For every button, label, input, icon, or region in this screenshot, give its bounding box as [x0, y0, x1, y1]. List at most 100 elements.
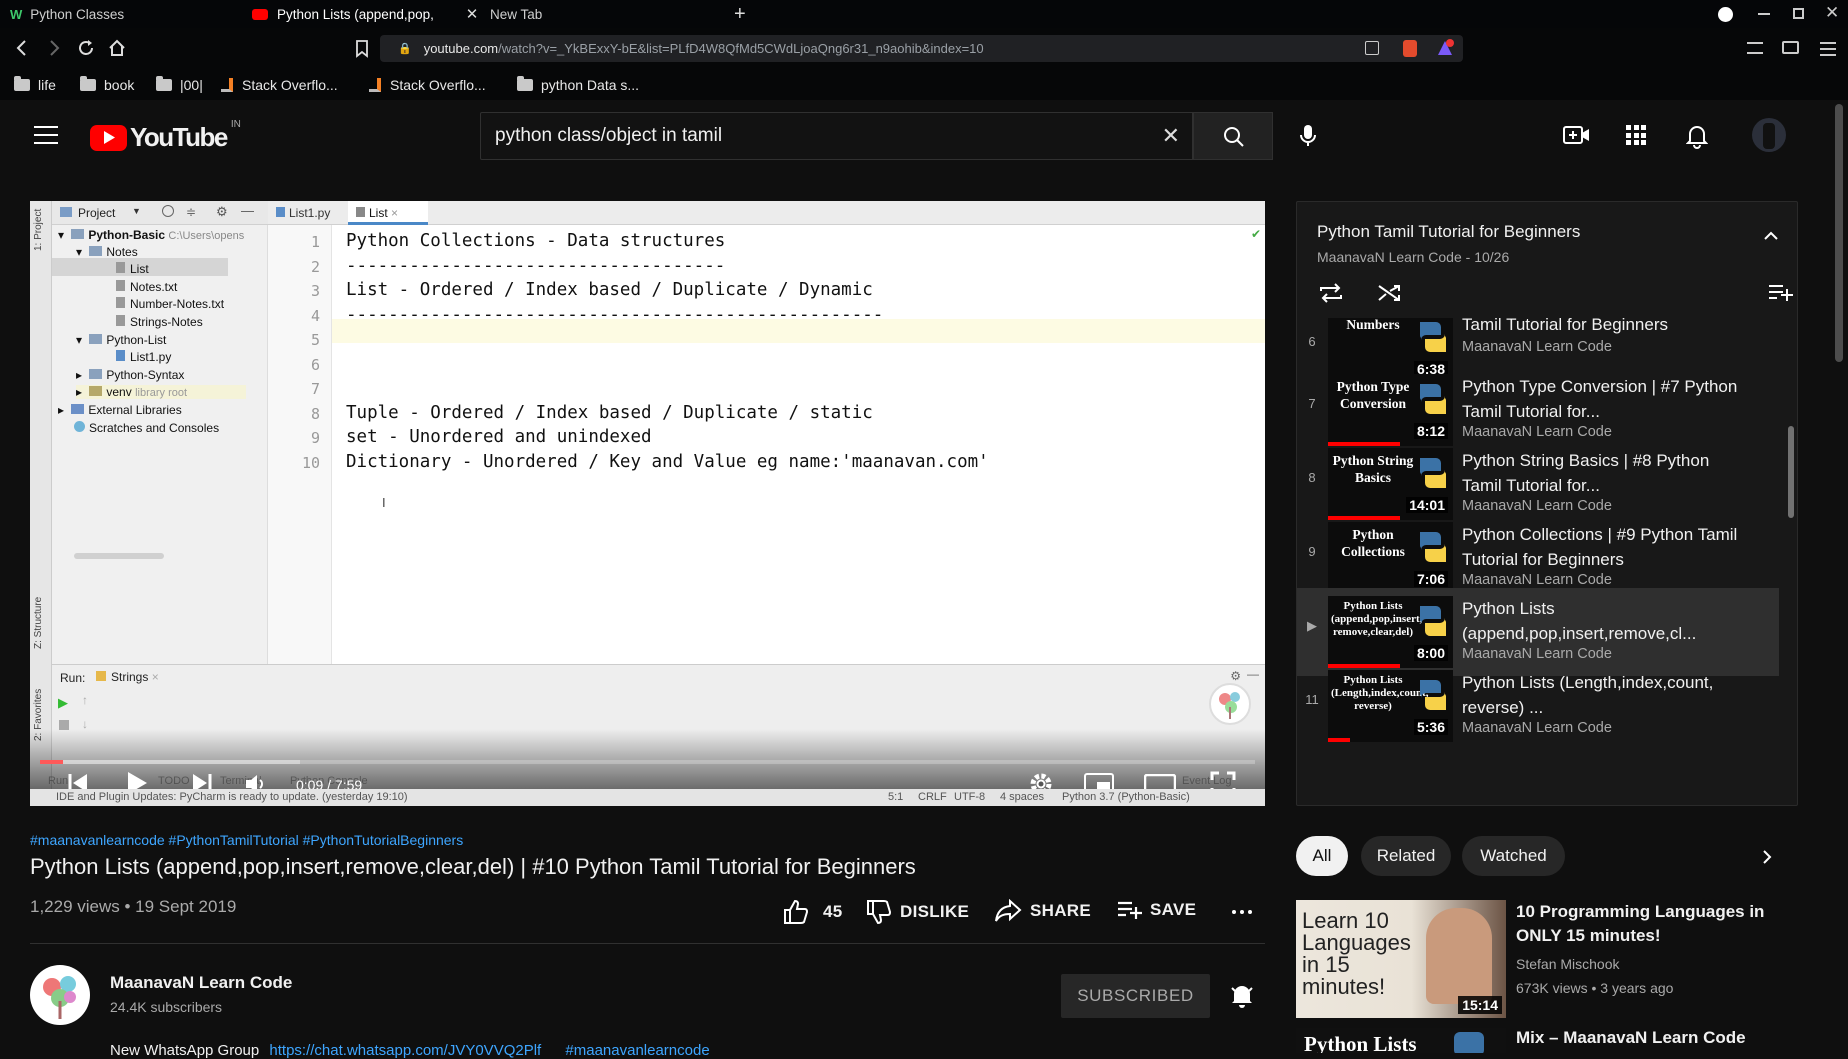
notifications-icon[interactable]: [1686, 123, 1708, 149]
tree-scratches[interactable]: Scratches and Consoles: [70, 421, 219, 435]
clear-search-icon[interactable]: ✕: [1162, 123, 1180, 149]
playlist-thumbnail[interactable]: Python Type Conversion 8:12: [1328, 374, 1453, 446]
share-button[interactable]: SHARE: [994, 899, 1091, 923]
reading-list-icon[interactable]: [1747, 42, 1763, 54]
bookmark-00[interactable]: |00|: [156, 70, 203, 100]
playlist-menu-icon[interactable]: [1767, 283, 1793, 303]
minimize-icon[interactable]: [1758, 13, 1770, 15]
chevron-right-icon[interactable]: [1761, 849, 1773, 865]
more-actions-icon[interactable]: [1232, 910, 1252, 914]
bookmark-python-data[interactable]: python Data s...: [517, 70, 639, 100]
hamburger-menu-icon[interactable]: [34, 126, 58, 146]
run-tab[interactable]: Strings ×: [96, 670, 159, 684]
profile-icon[interactable]: [1718, 7, 1733, 22]
voice-search-button[interactable]: [1288, 112, 1328, 160]
playlist-title[interactable]: Python Tamil Tutorial for Beginners: [1317, 222, 1580, 242]
bookmark-stackoverflow-2[interactable]: Stack Overflo...: [369, 70, 486, 100]
subscribed-button[interactable]: SUBSCRIBED: [1061, 974, 1210, 1018]
channel-watermark[interactable]: [1209, 683, 1251, 725]
video-hashtags[interactable]: #maanavanlearncode #PythonTamilTutorial …: [30, 832, 463, 848]
tab-new-tab[interactable]: New Tab: [490, 0, 610, 28]
description-hashtag[interactable]: #maanavanlearncode: [565, 1042, 709, 1059]
tree-external-libraries[interactable]: ▸ External Libraries: [58, 403, 182, 417]
tree-list1-py[interactable]: List1.py: [116, 350, 171, 364]
restore-icon[interactable]: [1793, 8, 1804, 19]
page-scrollbar-track[interactable]: [1831, 100, 1848, 1053]
chip-all[interactable]: All: [1296, 836, 1348, 876]
code-editor[interactable]: 1 Python Collections - Data structures 2 --…: [268, 225, 1265, 664]
bookmark-life[interactable]: life: [14, 70, 56, 100]
search-input[interactable]: python class/object in tamil ✕: [480, 112, 1193, 160]
reload-icon[interactable]: [76, 38, 96, 58]
address-bar[interactable]: 🔒 youtube.com /watch?v=_YkBExxY-bE&list=…: [380, 35, 1463, 62]
related-title-2[interactable]: Mix – MaanavaN Learn Code: [1516, 1028, 1746, 1048]
tree-logo-icon: [1219, 692, 1240, 719]
tree-notes-txt[interactable]: Notes.txt: [116, 280, 177, 294]
related-thumbnail-2[interactable]: Python Lists: [1296, 1028, 1506, 1053]
editor-tab-list[interactable]: List ×: [348, 201, 428, 225]
run-hide-icon[interactable]: —: [1247, 667, 1259, 681]
close-tab-icon[interactable]: ✕: [462, 0, 482, 28]
loop-playlist-icon[interactable]: [1317, 281, 1345, 305]
tab-python-classes[interactable]: W Python Classes: [10, 0, 230, 28]
page-scrollbar-thumb[interactable]: [1835, 104, 1843, 362]
shuffle-icon[interactable]: [1377, 282, 1403, 304]
dislike-button[interactable]: DISLIKE: [866, 899, 969, 925]
playlist-thumbnail[interactable]: Python Collections 7:06: [1328, 522, 1453, 594]
playlist-item[interactable]: 11 Python Lists (Length,index,count, reve…: [1297, 662, 1779, 750]
related-thumbnail-1[interactable]: Learn 10 Languages in 15 minutes! 15:14: [1296, 900, 1506, 1018]
close-window-icon[interactable]: ✕: [1825, 3, 1839, 23]
forward-icon[interactable]: [46, 38, 62, 58]
channel-name[interactable]: MaanavaN Learn Code: [110, 973, 292, 993]
close-editor-tab-icon[interactable]: ×: [391, 206, 398, 220]
search-button[interactable]: [1193, 112, 1273, 160]
brave-rewards-icon[interactable]: [1436, 39, 1454, 57]
tree-python-basic[interactable]: ▾ Python-Basic C:\Users\opens: [58, 228, 244, 242]
video-player[interactable]: 1: Project Z: Structure 2: Favorites Pro…: [30, 201, 1265, 806]
new-tab-icon[interactable]: +: [734, 0, 754, 28]
like-button[interactable]: 45: [783, 899, 843, 925]
progress-track[interactable]: [40, 760, 1255, 764]
tree-python-syntax[interactable]: ▸ Python-Syntax: [76, 368, 184, 382]
run-settings-icon[interactable]: ⚙: [1230, 669, 1241, 683]
related-title-1[interactable]: 10 Programming Languages in ONLY 15 minu…: [1516, 900, 1786, 948]
tree-venv[interactable]: ▸ venv library root: [76, 385, 246, 399]
tree-notes[interactable]: ▾ Notes: [76, 245, 138, 259]
editor-tab-list1[interactable]: List1.py: [268, 201, 348, 225]
up-arrow-icon[interactable]: ↑: [82, 693, 88, 707]
related-channel-1[interactable]: Stefan Mischook: [1516, 956, 1620, 972]
playlist-item-title: Python Lists (Length,index,count, revers…: [1462, 673, 1714, 717]
playlist-thumbnail[interactable]: Python Lists (Length,index,count, revers…: [1328, 670, 1453, 742]
back-icon[interactable]: [14, 38, 30, 58]
tab-python-lists[interactable]: Python Lists (append,pop,: [252, 0, 462, 28]
create-video-icon[interactable]: [1563, 124, 1591, 146]
avatar[interactable]: [1752, 118, 1786, 152]
playlist-thumbnail[interactable]: Python String Basics 14:01: [1328, 448, 1453, 520]
tree-python-list[interactable]: ▾ Python-List: [76, 333, 166, 347]
install-icon[interactable]: [1365, 41, 1379, 55]
close-run-tab-icon[interactable]: ×: [152, 670, 159, 684]
chip-related[interactable]: Related: [1361, 836, 1451, 876]
collapse-playlist-icon[interactable]: [1763, 230, 1779, 242]
description-link[interactable]: https://chat.whatsapp.com/JVY0VVQ2Plf: [269, 1042, 541, 1059]
channel-avatar[interactable]: [30, 965, 90, 1025]
brave-shield-icon[interactable]: [1403, 40, 1417, 57]
apps-grid-icon[interactable]: [1626, 125, 1646, 145]
chip-watched[interactable]: Watched: [1462, 836, 1565, 876]
rerun-icon[interactable]: ▶: [58, 695, 68, 711]
save-button[interactable]: SAVE: [1116, 899, 1196, 921]
notification-bell-icon[interactable]: [1230, 982, 1254, 1010]
playlist-scrollbar[interactable]: [1788, 426, 1794, 518]
youtube-logo[interactable]: YouTube IN: [90, 119, 241, 153]
bookmark-stackoverflow-1[interactable]: Stack Overflo...: [221, 70, 338, 100]
home-icon[interactable]: [107, 38, 127, 58]
tree-list[interactable]: List: [116, 262, 149, 276]
tree-strings-notes[interactable]: Strings-Notes: [116, 315, 203, 329]
bookmark-book[interactable]: book: [80, 70, 134, 100]
tree-number-notes[interactable]: Number-Notes.txt: [116, 297, 224, 311]
menu-icon[interactable]: [1820, 40, 1836, 56]
bookmark-icon[interactable]: [355, 40, 369, 58]
playlist-thumbnail[interactable]: Python Lists (append,pop,insert, remove,…: [1328, 596, 1453, 668]
tree-scrollbar[interactable]: [74, 553, 164, 559]
wallet-icon[interactable]: [1782, 41, 1799, 54]
